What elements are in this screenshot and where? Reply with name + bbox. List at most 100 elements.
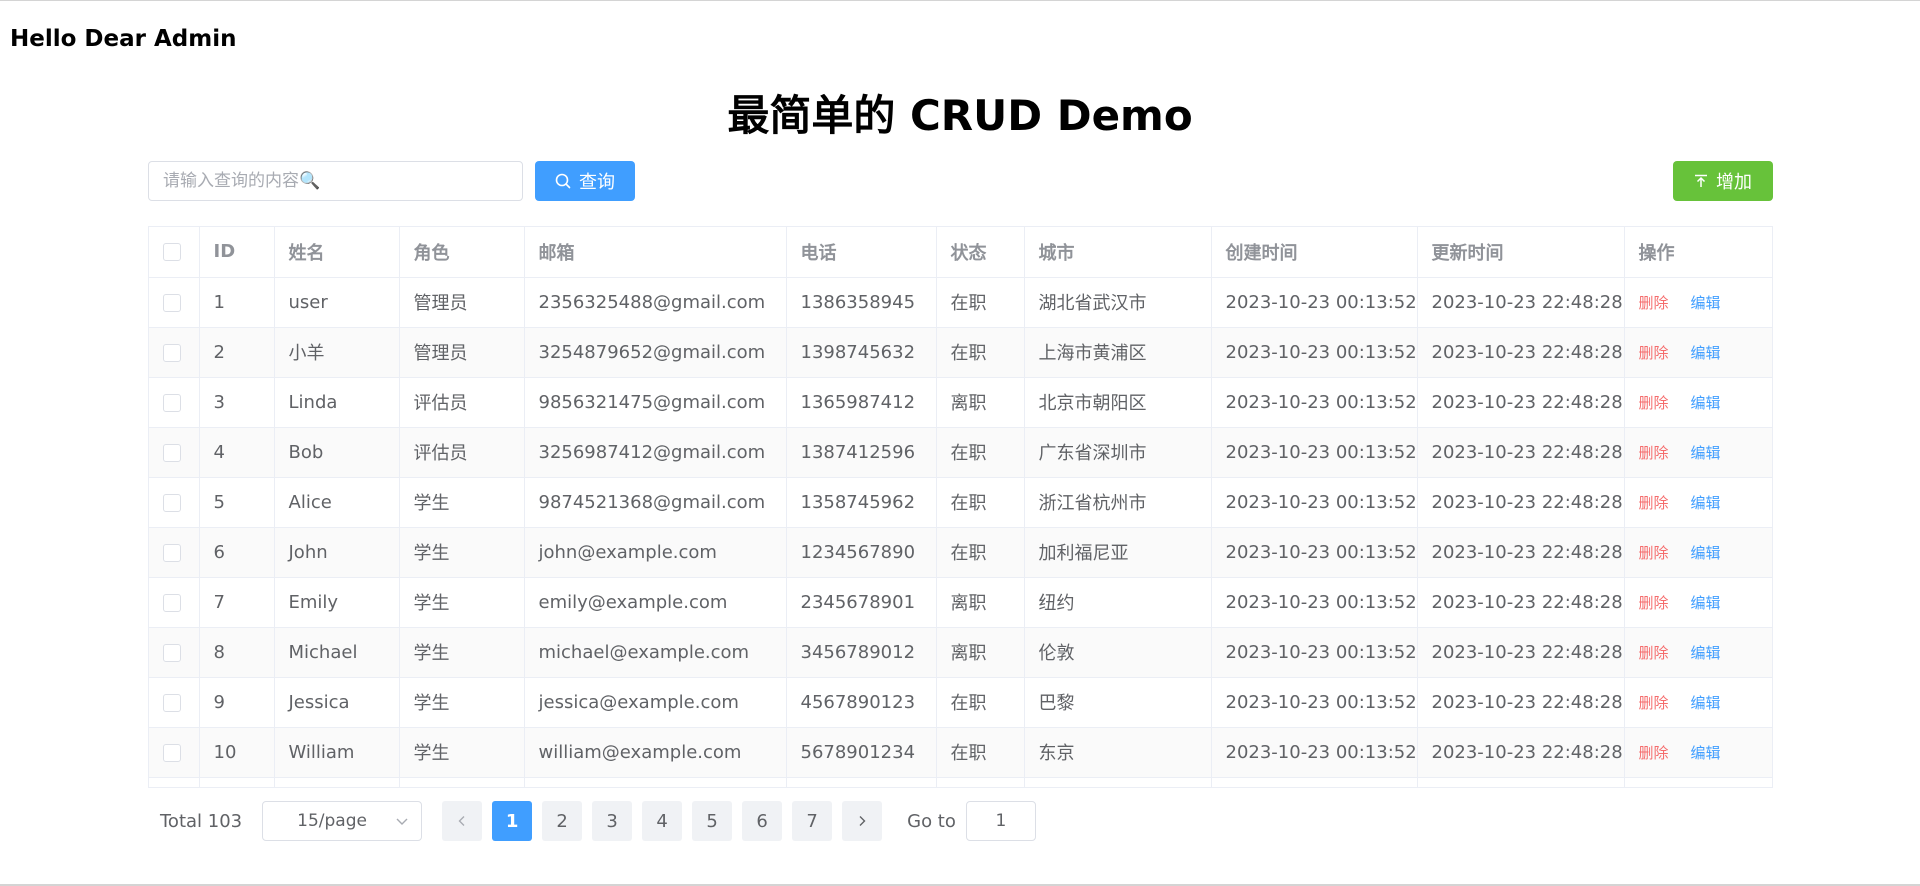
row-select-cell[interactable] xyxy=(149,327,200,378)
row-checkbox[interactable] xyxy=(163,393,181,412)
cell-city: 加利福尼亚 xyxy=(1024,527,1212,578)
page-button-3[interactable]: 3 xyxy=(592,801,633,841)
cell-role: 学生 xyxy=(399,527,525,578)
select-all-cell[interactable] xyxy=(149,227,200,278)
delete-button[interactable]: 删除 xyxy=(1639,294,1669,312)
cell-id: 2 xyxy=(199,327,275,378)
row-checkbox[interactable] xyxy=(163,643,181,662)
edit-button[interactable]: 编辑 xyxy=(1691,694,1721,712)
cell-id: 4 xyxy=(199,427,275,478)
delete-button[interactable]: 删除 xyxy=(1639,344,1669,362)
cell-id: 5 xyxy=(199,477,275,528)
search-input[interactable] xyxy=(163,171,522,191)
edit-button[interactable]: 编辑 xyxy=(1691,394,1721,412)
cell-city: 巴黎 xyxy=(1024,677,1212,728)
table-row: 5 Alice 学生 9874521368@gmail.com 1358745962 在职… xyxy=(149,477,1772,528)
row-checkbox[interactable] xyxy=(163,543,181,562)
cell-id: 6 xyxy=(199,527,275,578)
table-row: 8 Michael 学生 michael@example.com 3456789012 离… xyxy=(149,627,1772,678)
cell-phone: 1387412596 xyxy=(786,427,937,478)
row-select-cell[interactable] xyxy=(149,527,200,578)
select-all-checkbox[interactable] xyxy=(163,243,181,262)
delete-button[interactable]: 删除 xyxy=(1639,394,1669,412)
row-select-cell[interactable] xyxy=(149,277,200,328)
edit-button[interactable]: 编辑 xyxy=(1691,544,1721,562)
add-button[interactable]: 增加 xyxy=(1673,161,1773,201)
cell-actions: 删除 编辑 xyxy=(1624,727,1772,778)
search-icon xyxy=(555,173,571,189)
row-select-cell[interactable] xyxy=(149,427,200,478)
chevron-right-icon xyxy=(859,816,866,826)
row-checkbox[interactable] xyxy=(163,343,181,362)
goto-page-input[interactable] xyxy=(965,801,1036,841)
pagination: Total 103 15/page 1234567 Go to xyxy=(148,800,1036,842)
edit-button[interactable]: 编辑 xyxy=(1691,644,1721,662)
cell-phone: 1398745632 xyxy=(786,327,937,378)
page-button-4[interactable]: 4 xyxy=(642,801,683,841)
row-select-cell[interactable] xyxy=(149,377,200,428)
row-checkbox[interactable] xyxy=(163,593,181,612)
row-select-cell[interactable] xyxy=(149,577,200,628)
cell-created-time: 2023-10-23 00:13:52 xyxy=(1211,277,1418,328)
page-button-2[interactable]: 2 xyxy=(542,801,583,841)
search-input-wrapper[interactable] xyxy=(148,161,523,201)
cell-role: 学生 xyxy=(399,727,525,778)
page-size-select[interactable]: 15/page xyxy=(262,801,423,841)
delete-button[interactable]: 删除 xyxy=(1639,494,1669,512)
cell-id: 3 xyxy=(199,377,275,428)
cell-phone: 1358745962 xyxy=(786,477,937,528)
page-button-7[interactable]: 7 xyxy=(792,801,833,841)
cell-email: michael@example.com xyxy=(524,627,787,678)
edit-button[interactable]: 编辑 xyxy=(1691,594,1721,612)
delete-button[interactable]: 删除 xyxy=(1639,444,1669,462)
column-header-city: 城市 xyxy=(1024,227,1212,278)
cell-city: 上海市黄浦区 xyxy=(1024,327,1212,378)
prev-page-button[interactable] xyxy=(442,801,483,841)
row-select-cell[interactable] xyxy=(149,477,200,528)
row-checkbox[interactable] xyxy=(163,743,181,762)
cell-name: Jessica xyxy=(274,677,400,728)
chevron-down-icon xyxy=(396,818,408,825)
edit-button[interactable]: 编辑 xyxy=(1691,344,1721,362)
empty-cell xyxy=(524,777,787,787)
row-select-cell[interactable] xyxy=(149,627,200,678)
edit-button[interactable]: 编辑 xyxy=(1691,744,1721,762)
empty-cell xyxy=(1624,777,1772,787)
row-checkbox[interactable] xyxy=(163,293,181,312)
cell-status: 离职 xyxy=(936,377,1025,428)
row-checkbox[interactable] xyxy=(163,693,181,712)
page-button-5[interactable]: 5 xyxy=(692,801,733,841)
column-header-name: 姓名 xyxy=(274,227,400,278)
table-row: 2 小羊 管理员 3254879652@gmail.com 1398745632 在职 上海… xyxy=(149,327,1772,378)
delete-button[interactable]: 删除 xyxy=(1639,594,1669,612)
row-checkbox[interactable] xyxy=(163,493,181,512)
page-button-1[interactable]: 1 xyxy=(492,801,533,841)
cell-name: user xyxy=(274,277,400,328)
cell-actions: 删除 编辑 xyxy=(1624,377,1772,428)
table-row-partial xyxy=(149,777,1772,787)
page-button-6[interactable]: 6 xyxy=(742,801,783,841)
cell-role: 管理员 xyxy=(399,277,525,328)
edit-button[interactable]: 编辑 xyxy=(1691,494,1721,512)
row-checkbox[interactable] xyxy=(163,443,181,462)
cell-city: 湖北省武汉市 xyxy=(1024,277,1212,328)
row-select-cell[interactable] xyxy=(149,677,200,728)
column-header-created: 创建时间 xyxy=(1211,227,1418,278)
table-header-row: ID 姓名 角色 邮箱 电话 状态 城市 创建时间 更新时间 操作 xyxy=(149,227,1772,278)
edit-button[interactable]: 编辑 xyxy=(1691,294,1721,312)
delete-button[interactable]: 删除 xyxy=(1639,694,1669,712)
search-button[interactable]: 查询 xyxy=(535,161,635,201)
row-select-cell[interactable] xyxy=(149,727,200,778)
cell-actions: 删除 编辑 xyxy=(1624,277,1772,328)
delete-button[interactable]: 删除 xyxy=(1639,644,1669,662)
cell-updated-time: 2023-10-23 22:48:28 xyxy=(1417,477,1625,528)
cell-name: William xyxy=(274,727,400,778)
cell-role: 学生 xyxy=(399,677,525,728)
next-page-button[interactable] xyxy=(842,801,883,841)
delete-button[interactable]: 删除 xyxy=(1639,544,1669,562)
cell-phone: 3456789012 xyxy=(786,627,937,678)
cell-role: 评估员 xyxy=(399,427,525,478)
column-header-status: 状态 xyxy=(936,227,1025,278)
edit-button[interactable]: 编辑 xyxy=(1691,444,1721,462)
delete-button[interactable]: 删除 xyxy=(1639,744,1669,762)
